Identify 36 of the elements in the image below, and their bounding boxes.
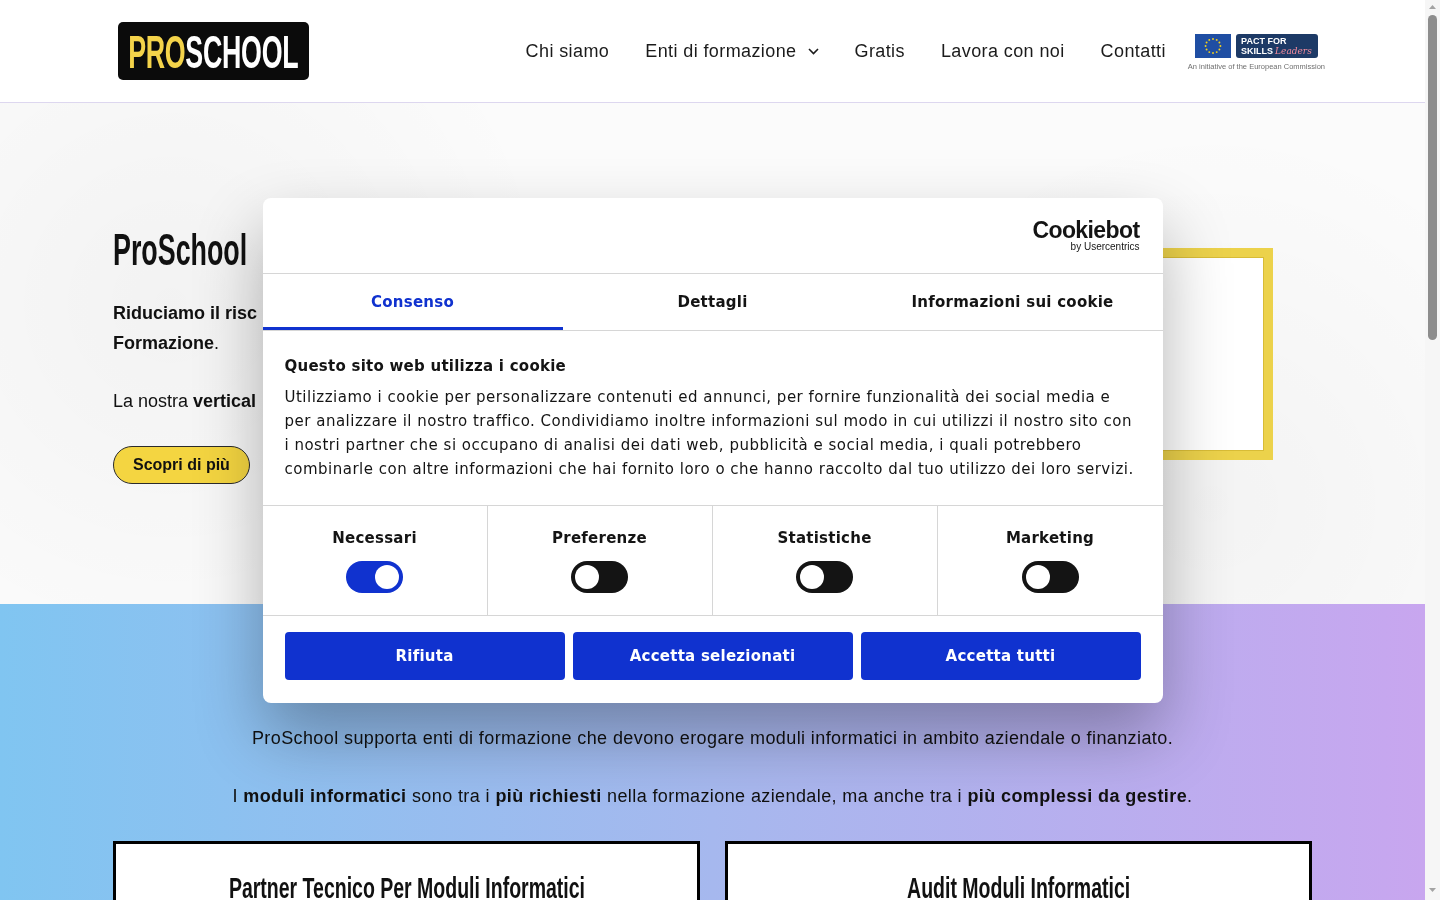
hero-intro-text: Riduciamo il risc Formazione. (113, 302, 258, 355)
nav-link[interactable]: Lavora con noi (940, 40, 1065, 62)
toggle-switch[interactable] (571, 560, 628, 593)
toggle-switch[interactable] (1021, 560, 1079, 593)
logo[interactable]: PROSCHOOL (118, 22, 309, 80)
toggle-switch[interactable] (346, 560, 403, 593)
consent-button[interactable]: Accetta tutti (860, 631, 1141, 680)
section-text: ProSchool supporta enti di formazione che devono erogare moduli informatici in ambito aziendale o finanziato. (251, 727, 1174, 750)
dialog-text: Utilizziamo i cookie per personalizzare contenuti ed annunci, per fornire funzionalità dei social media e per analizzare il nostro traffico. Condividiamo inoltre informazioni sul modo in cui utilizzi il nostro sito con i nostri partner che si occupano di analisi dei dati web, pubblicità e social media, i quali potrebbero combinarle con altre informazioni che hai fornito loro o che hanno raccolto dal tuo utilizzo dei loro servizi. (284, 386, 1135, 480)
toggle-label: Necessari (332, 527, 417, 549)
nav-link[interactable]: Gratis (854, 40, 905, 62)
scrollbar[interactable] (1425, 0, 1440, 900)
learn-more-button[interactable]: Scopri di più (113, 446, 250, 484)
badge-text: SKILLS (1241, 46, 1274, 56)
nav-link[interactable]: Enti di formazione (645, 40, 819, 62)
chevron-down-icon (807, 47, 819, 55)
hero-title: ProSchool (113, 228, 248, 272)
toggle-switch[interactable] (796, 560, 853, 593)
flag-icon (1195, 34, 1232, 58)
card-title: Partner Tecnico Per Moduli Informatici (228, 872, 585, 900)
nav-link[interactable]: Chi siamo (525, 40, 610, 62)
consent-button[interactable]: Accetta selezionati (572, 631, 853, 680)
toggle-label: Statistiche (777, 527, 872, 549)
toggle-label: Marketing (1005, 527, 1095, 549)
consent-button[interactable]: Rifiuta (284, 631, 565, 680)
card-title: Audit Moduli Informatici (906, 872, 1131, 900)
badge-script-text: Leaders (1275, 46, 1312, 56)
dialog-heading: Questo sito web utilizza i cookie (284, 355, 567, 377)
section-text: I moduli informatici sono tra i più richiesti nella formazione aziendale, ma anche tra i più complessi da gestire. (232, 785, 1193, 808)
brand-tagline: by Usercentrics (1070, 240, 1140, 252)
badge-text: PACT FOR (1241, 36, 1288, 46)
toggle-label: Preferenze (552, 527, 647, 549)
hero-text: La nostra vertical (113, 390, 257, 413)
nav-link[interactable]: Contatti (1100, 40, 1166, 62)
dialog-tab[interactable]: Consenso (262, 273, 563, 330)
brand-name: Cookiebot (1032, 218, 1140, 241)
